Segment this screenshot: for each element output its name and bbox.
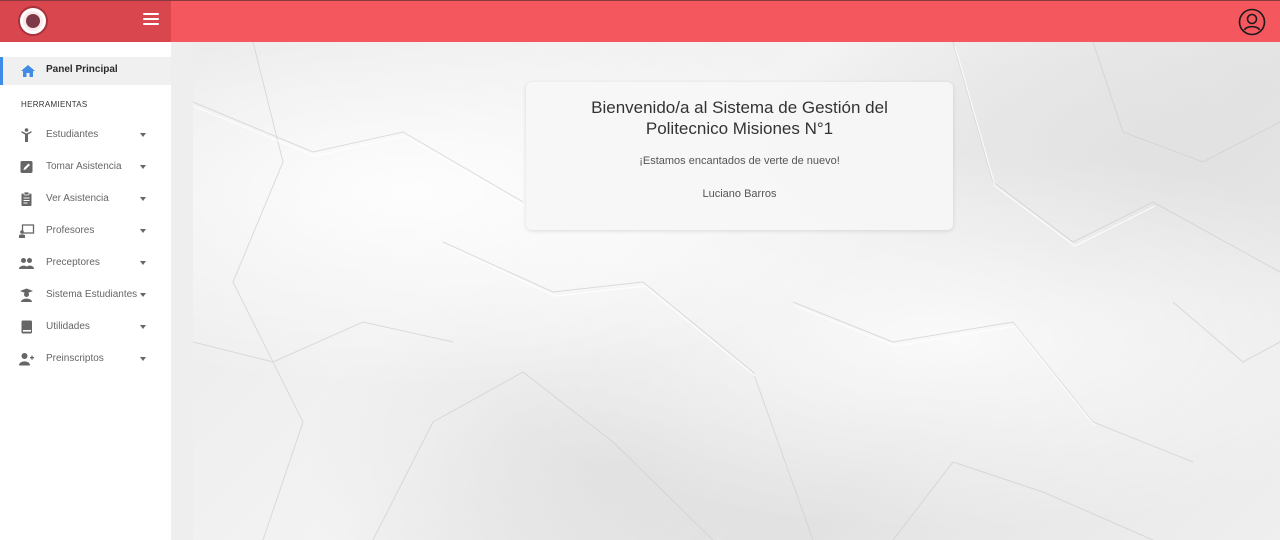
sidebar-item-label: Preinscriptos [46,353,104,364]
logo-center [26,14,40,28]
section-title-herramientas: HERRAMIENTAS [21,100,88,109]
user-name: Luciano Barros [702,188,777,200]
sidebar-item-estudiantes[interactable]: Estudiantes [0,121,171,149]
chevron-down-icon [140,293,146,297]
book-icon [21,320,32,334]
sidebar-item-sistema-estudiantes[interactable]: Sistema Estudiantes [0,281,171,309]
sidebar-item-label: Panel Principal [46,64,118,75]
edit-icon [20,161,33,173]
sidebar-item-label: Profesores [46,225,95,236]
chevron-down-icon [140,165,146,169]
brand-area [0,1,171,42]
sidebar-item-ver-asistencia[interactable]: Ver Asistencia [0,185,171,213]
welcome-title-line2: Politecnico Misiones N°1 [645,119,834,138]
sidebar-gutter [171,42,193,540]
student-icon [21,128,32,142]
sidebar-item-utilidades[interactable]: Utilidades [0,313,171,341]
welcome-subtitle: ¡Estamos encantados de verte de nuevo! [639,155,840,167]
home-icon [21,65,35,77]
teacher-board-icon [19,224,35,238]
sidebar-item-preceptores[interactable]: Preceptores [0,249,171,277]
sidebar-item-label: Tomar Asistencia [46,161,122,172]
chevron-down-icon [140,357,146,361]
school-seal-icon[interactable] [18,6,48,36]
chevron-down-icon [140,133,146,137]
welcome-card: Bienvenido/a al Sistema de Gestión del P… [526,82,953,230]
sidebar-item-label: Preceptores [46,257,100,268]
sidebar: Panel Principal HERRAMIENTAS Estudiantes… [0,42,171,540]
user-circle-icon[interactable] [1238,8,1266,36]
main-content: Bienvenido/a al Sistema de Gestión del P… [193,42,1280,540]
chevron-down-icon [140,197,146,201]
welcome-title-line1: Bienvenido/a al Sistema de Gestión del [591,98,888,117]
welcome-title: Bienvenido/a al Sistema de Gestión del P… [526,97,953,139]
sidebar-item-preinscriptos[interactable]: Preinscriptos [0,345,171,373]
chevron-down-icon [140,325,146,329]
hamburger-menu-icon[interactable] [143,13,159,29]
sidebar-item-tomar-asistencia[interactable]: Tomar Asistencia [0,153,171,181]
sidebar-item-label: Ver Asistencia [46,193,109,204]
sidebar-item-panel-principal[interactable]: Panel Principal [0,57,171,85]
sidebar-item-label: Estudiantes [46,129,99,140]
user-plus-icon [19,353,34,366]
chevron-down-icon [140,261,146,265]
graduate-icon [20,288,33,302]
sidebar-item-label: Utilidades [46,321,90,332]
sidebar-item-profesores[interactable]: Profesores [0,217,171,245]
sidebar-item-label: Sistema Estudiantes [46,289,138,300]
users-icon [19,258,34,269]
chevron-down-icon [140,229,146,233]
top-navbar [0,0,1280,42]
clipboard-icon [21,191,32,206]
